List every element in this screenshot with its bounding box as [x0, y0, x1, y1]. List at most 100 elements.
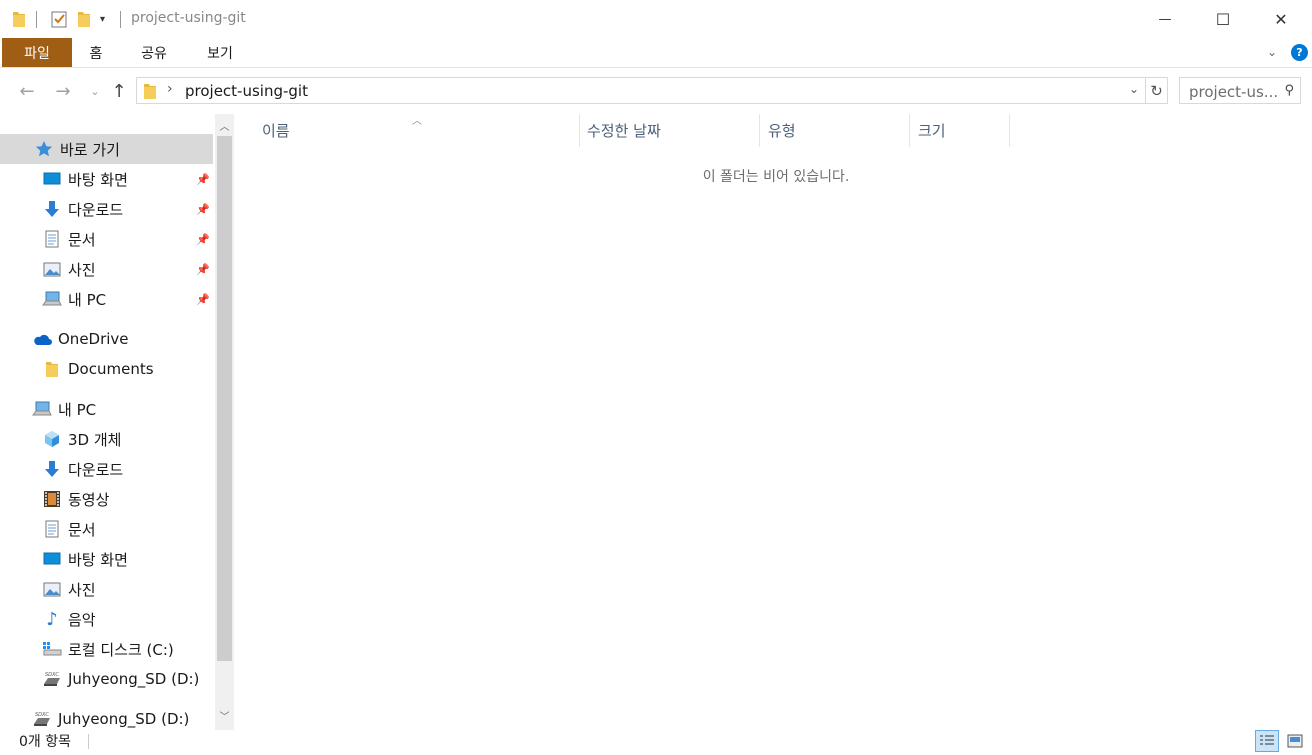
- column-header-type[interactable]: 유형: [760, 114, 909, 147]
- customize-quick-access-icon[interactable]: ▾: [100, 9, 105, 29]
- sidebar-item-videos[interactable]: 동영상: [0, 484, 213, 514]
- sidebar-item-desktop[interactable]: 바탕 화면: [0, 164, 213, 194]
- breadcrumb-chevron-icon[interactable]: ›: [167, 81, 173, 97]
- desktop-icon: [42, 549, 62, 569]
- column-header-date-modified[interactable]: 수정한 날짜: [580, 114, 759, 147]
- expand-ribbon-icon[interactable]: ⌄: [1264, 44, 1280, 60]
- search-placeholder: project-us...: [1189, 83, 1279, 101]
- sidebar-item-pictures[interactable]: 사진: [0, 254, 213, 284]
- sidebar-scrollbar[interactable]: ︿ ﹀: [215, 114, 234, 730]
- sidebar-item-sd-card[interactable]: SDXC Juhyeong_SD (D:): [0, 664, 213, 694]
- large-icons-view-button[interactable]: [1283, 730, 1307, 752]
- help-icon[interactable]: ?: [1291, 44, 1308, 61]
- search-icon: ⚲: [1284, 83, 1294, 98]
- file-list[interactable]: ︿ 이름 수정한 날짜 유형 크기 이 폴더는 비어 있습니다.: [236, 114, 1312, 730]
- sidebar-item-label: 내 PC: [58, 400, 97, 419]
- sidebar-item-label: 사진: [68, 260, 96, 279]
- column-divider[interactable]: [1009, 114, 1010, 147]
- forward-button[interactable]: →: [52, 80, 74, 102]
- minimize-icon: —: [1158, 11, 1172, 27]
- pc-icon: [32, 399, 52, 419]
- ribbon: 파일 홈 공유 보기 ⌄ ?: [0, 38, 1312, 68]
- pin-icon: 📌: [196, 292, 210, 306]
- sidebar-item-pc-downloads[interactable]: 다운로드: [0, 454, 213, 484]
- sidebar-item-onedrive-documents[interactable]: Documents: [0, 354, 213, 384]
- back-button[interactable]: ←: [16, 80, 38, 102]
- details-view-icon: [1260, 735, 1274, 745]
- sidebar-item-pc-pictures[interactable]: 사진: [0, 574, 213, 604]
- svg-text:SDXC: SDXC: [45, 672, 59, 678]
- sidebar-item-label: 로컬 디스크 (C:): [68, 640, 174, 659]
- chevron-down-icon: ⌄: [90, 84, 100, 98]
- download-icon: [42, 199, 62, 219]
- pc-icon: [42, 289, 62, 309]
- folder-icon: [12, 9, 26, 29]
- minimize-button[interactable]: —: [1136, 0, 1194, 38]
- forward-arrow-icon: →: [55, 80, 71, 102]
- sidebar-item-pc-desktop[interactable]: 바탕 화면: [0, 544, 213, 574]
- sidebar-item-this-pc-pinned[interactable]: 내 PC: [0, 284, 213, 314]
- item-count: 0개 항목: [19, 734, 71, 750]
- sidebar-item-label: Documents: [68, 360, 154, 378]
- folder-icon: [143, 82, 157, 104]
- tab-view[interactable]: 보기: [198, 38, 242, 67]
- sidebar-item-label: Juhyeong_SD (D:): [68, 670, 200, 688]
- sidebar-item-label: 바로 가기: [60, 140, 120, 159]
- tab-home[interactable]: 홈: [80, 38, 112, 67]
- scroll-down-icon[interactable]: ﹀: [215, 706, 234, 724]
- sidebar-item-label: 동영상: [68, 490, 110, 509]
- sidebar-item-onedrive[interactable]: OneDrive: [0, 324, 213, 354]
- title-bar: ▾ project-using-git — ☐ ✕: [0, 0, 1312, 38]
- up-button[interactable]: ↑: [108, 80, 130, 102]
- scrollbar-thumb[interactable]: [217, 136, 232, 661]
- sidebar-item-sd-root[interactable]: SDXC Juhyeong_SD (D:): [0, 704, 213, 730]
- navigation-pane: 바로 가기 바탕 화면 📌 다운로드 📌 문서 📌 사진 📌 내 PC 📌 On…: [0, 114, 236, 730]
- sidebar-item-documents[interactable]: 문서: [0, 224, 213, 254]
- sidebar-item-3d-objects[interactable]: 3D 개체: [0, 424, 213, 454]
- back-arrow-icon: ←: [19, 80, 35, 102]
- address-row: ← → ⌄ ↑ › project-using-git ⌄ ↻ project-…: [0, 70, 1312, 112]
- maximize-icon: ☐: [1215, 9, 1231, 29]
- refresh-button[interactable]: ↻: [1146, 77, 1168, 104]
- sidebar-item-label: 문서: [68, 520, 96, 539]
- new-folder-icon[interactable]: [77, 9, 91, 29]
- sidebar-item-this-pc[interactable]: 내 PC: [0, 394, 213, 424]
- desktop-icon: [42, 169, 62, 189]
- document-icon: [42, 519, 62, 539]
- window-title: project-using-git: [131, 10, 246, 26]
- separator: [120, 11, 121, 28]
- recent-locations-button[interactable]: ⌄: [84, 80, 106, 102]
- close-button[interactable]: ✕: [1252, 0, 1310, 38]
- tab-share[interactable]: 공유: [132, 38, 176, 67]
- separator: [88, 734, 89, 749]
- sidebar-item-label: Juhyeong_SD (D:): [58, 710, 190, 728]
- sidebar-item-pc-documents[interactable]: 문서: [0, 514, 213, 544]
- sidebar-item-quick-access[interactable]: 바로 가기: [0, 134, 213, 164]
- address-bar[interactable]: › project-using-git ⌄: [136, 77, 1146, 104]
- sidebar-item-local-disk[interactable]: 로컬 디스크 (C:): [0, 634, 213, 664]
- sidebar-item-label: 바탕 화면: [68, 550, 128, 569]
- music-icon: ♪: [46, 608, 58, 630]
- sidebar-item-label: OneDrive: [58, 330, 129, 348]
- folder-icon: [42, 359, 62, 379]
- tab-file[interactable]: 파일: [2, 38, 72, 67]
- large-icons-view-icon: [1287, 734, 1303, 748]
- sidebar-item-downloads[interactable]: 다운로드: [0, 194, 213, 224]
- column-header-name[interactable]: 이름: [236, 114, 579, 147]
- sidebar-item-label: 음악: [68, 610, 96, 629]
- column-header-size[interactable]: 크기: [910, 114, 1009, 147]
- scroll-up-icon[interactable]: ︿: [215, 116, 234, 134]
- properties-icon[interactable]: [51, 9, 67, 29]
- sidebar-item-music[interactable]: ♪ 음악: [0, 604, 213, 634]
- breadcrumb[interactable]: project-using-git: [185, 82, 308, 100]
- address-dropdown-icon[interactable]: ⌄: [1129, 82, 1139, 96]
- disk-icon: [42, 639, 62, 659]
- cube-icon: [42, 429, 62, 449]
- separator: [36, 11, 37, 28]
- search-input[interactable]: project-us... ⚲: [1179, 77, 1301, 104]
- svg-text:SDXC: SDXC: [35, 712, 49, 718]
- details-view-button[interactable]: [1255, 730, 1279, 752]
- sidebar-item-label: 다운로드: [68, 460, 124, 479]
- maximize-button[interactable]: ☐: [1194, 0, 1252, 38]
- sidebar-item-label: 다운로드: [68, 200, 124, 219]
